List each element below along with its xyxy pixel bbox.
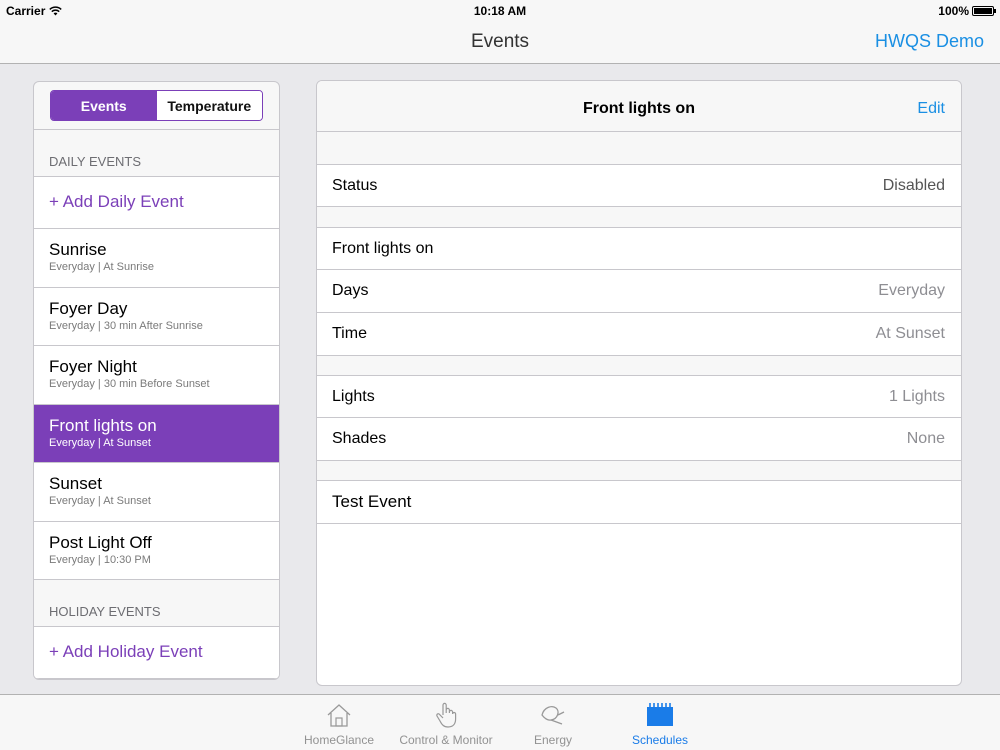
event-name: Sunset xyxy=(49,474,102,493)
event-name: Sunrise xyxy=(49,240,107,259)
tab-label: Energy xyxy=(533,733,573,747)
days-row[interactable]: Days Everyday xyxy=(317,270,961,313)
calendar-icon xyxy=(647,703,673,726)
tab-schedules[interactable]: Schedules xyxy=(606,701,714,747)
edit-button[interactable]: Edit xyxy=(917,100,945,118)
event-row-foyer-night[interactable]: Foyer Night Everyday | 30 min Before Sun… xyxy=(34,346,279,405)
tab-label: Control & Monitor xyxy=(399,733,493,747)
status-value: Disabled xyxy=(882,176,945,194)
event-row-front-lights-on[interactable]: Front lights on Everyday | At Sunset xyxy=(34,404,279,463)
events-list-panel: Events Temperature DAILY EVENTS + Add Da… xyxy=(33,81,280,680)
time-label: Time xyxy=(332,325,367,342)
event-schedule: Everyday | At Sunset xyxy=(49,495,151,507)
segment-events[interactable]: Events xyxy=(51,91,157,120)
tab-label: HomeGlance xyxy=(303,733,375,747)
event-schedule: Everyday | 30 min After Sunrise xyxy=(49,319,203,332)
test-event-button[interactable]: Test Event xyxy=(317,481,961,524)
navigation-bar: Events HWQS Demo xyxy=(0,20,1000,64)
time-value: At Sunset xyxy=(875,325,945,342)
clock: 10:18 AM xyxy=(473,4,527,18)
shades-row[interactable]: Shades None xyxy=(317,418,961,461)
event-name: Post Light Off xyxy=(49,532,152,552)
daily-events-header: DAILY EVENTS xyxy=(34,130,279,177)
time-row[interactable]: Time At Sunset xyxy=(317,313,961,356)
event-name: Front lights on xyxy=(49,415,157,435)
shades-label: Shades xyxy=(332,430,387,447)
event-schedule: Everyday | 10:30 PM xyxy=(49,553,151,566)
section-spacer xyxy=(317,132,961,165)
energy-leaf-icon xyxy=(541,706,565,725)
test-event-label: Test Event xyxy=(332,492,412,511)
event-row-foyer-day[interactable]: Foyer Day Everyday | 30 min After Sunris… xyxy=(34,287,279,346)
days-value: Everyday xyxy=(878,282,945,299)
add-holiday-event-button[interactable]: + Add Holiday Event xyxy=(34,627,279,679)
section-spacer xyxy=(317,356,961,376)
event-schedule: Everyday | At Sunset xyxy=(49,436,151,449)
battery-percent: 100% xyxy=(938,4,969,18)
segmented-control: Events Temperature xyxy=(50,90,263,121)
section-spacer xyxy=(317,207,961,228)
segment-temperature[interactable]: Temperature xyxy=(156,91,262,120)
tab-energy[interactable]: Energy xyxy=(499,701,607,747)
tab-control-monitor[interactable]: Control & Monitor xyxy=(392,701,500,747)
lights-value: 1 Lights xyxy=(888,387,945,405)
battery-icon xyxy=(972,6,996,16)
event-name-value: Front lights on xyxy=(332,239,434,257)
event-name: Foyer Day xyxy=(49,298,128,318)
shades-value: None xyxy=(906,430,945,447)
section-spacer xyxy=(317,461,961,481)
segmented-control-container: Events Temperature xyxy=(34,82,279,130)
add-daily-event-button[interactable]: + Add Daily Event xyxy=(34,177,279,229)
house-icon xyxy=(327,704,351,727)
hwqs-demo-button[interactable]: HWQS Demo xyxy=(875,31,984,52)
tab-homeglance[interactable]: HomeGlance xyxy=(285,701,393,747)
tab-label: Schedules xyxy=(631,733,689,747)
event-row-sunset[interactable]: Sunset Everyday | At Sunset xyxy=(34,463,279,522)
event-name: Foyer Night xyxy=(49,357,137,376)
page-title: Events xyxy=(470,31,530,52)
event-detail-panel: Front lights on Edit Status Disabled Fro… xyxy=(316,80,962,686)
event-name-row[interactable]: Front lights on xyxy=(317,228,961,270)
holiday-events-header: HOLIDAY EVENTS xyxy=(34,580,279,627)
detail-title: Front lights on xyxy=(583,100,695,117)
days-label: Days xyxy=(332,282,369,299)
lights-label: Lights xyxy=(332,387,375,405)
hand-pointer-icon xyxy=(436,702,457,728)
status-label: Status xyxy=(332,176,378,194)
event-row-sunrise[interactable]: Sunrise Everyday | At Sunrise xyxy=(34,229,279,288)
tab-bar: HomeGlance Control & Monitor Energy Sche… xyxy=(0,694,1000,750)
event-row-post-light-off[interactable]: Post Light Off Everyday | 10:30 PM xyxy=(34,521,279,580)
event-schedule: Everyday | 30 min Before Sunset xyxy=(49,378,210,390)
status-row[interactable]: Status Disabled xyxy=(317,165,961,207)
detail-header: Front lights on Edit xyxy=(317,81,961,132)
battery-indicator: 100% xyxy=(938,4,996,18)
event-schedule: Everyday | At Sunrise xyxy=(49,261,154,273)
lights-row[interactable]: Lights 1 Lights xyxy=(317,376,961,418)
status-bar: Carrier 10:18 AM 100% xyxy=(0,0,1000,20)
